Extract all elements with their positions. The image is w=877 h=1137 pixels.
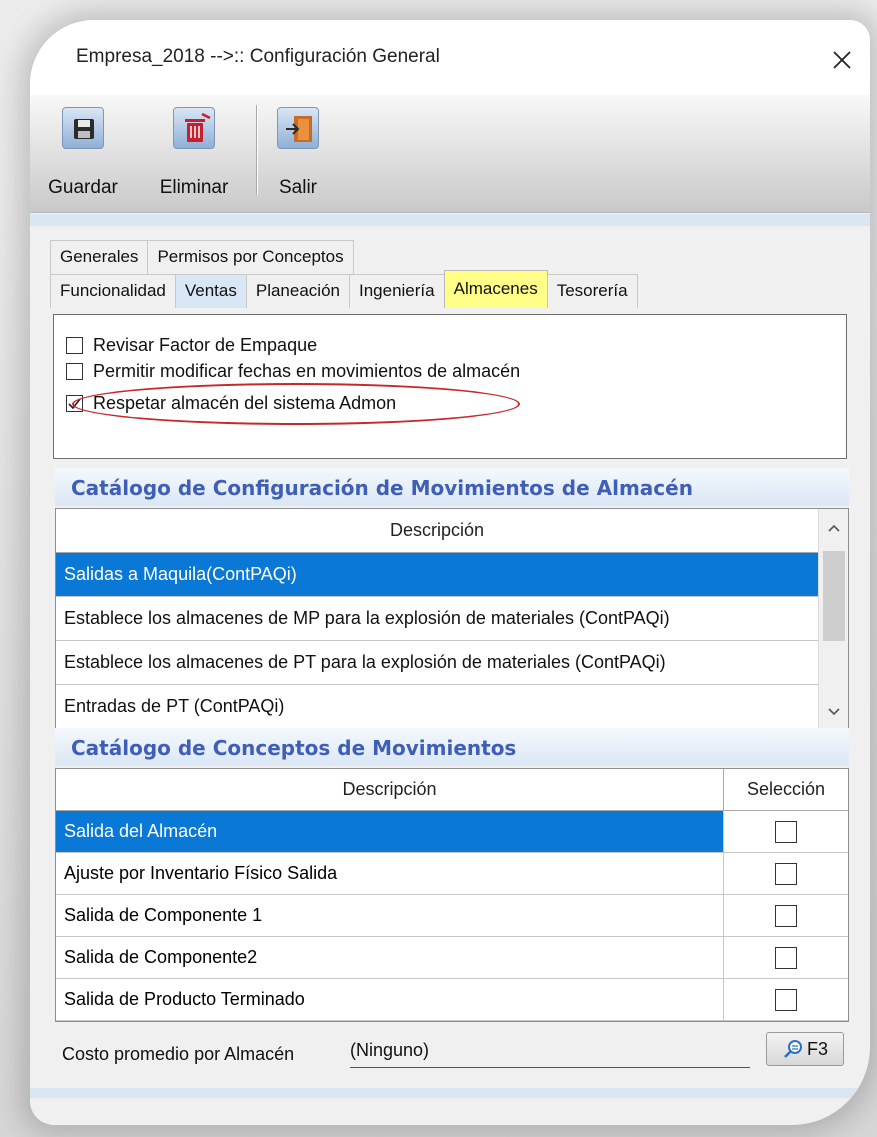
column-header-seleccion[interactable]: Selección: [724, 769, 848, 810]
tab-ventas[interactable]: Ventas: [174, 274, 247, 308]
table-row[interactable]: Salida de Componente 1: [56, 895, 848, 937]
seleccion-checkbox[interactable]: [775, 904, 797, 927]
tab-row-2: Funcionalidad Ventas Planeación Ingenier…: [50, 270, 638, 308]
option-label: Respetar almacén del sistema Admon: [93, 392, 397, 413]
screenshot-frame: Empresa_2018 -->:: Configuración General…: [0, 0, 877, 1137]
table-row[interactable]: Salida de Componente2: [56, 937, 848, 979]
delete-label: Eliminar: [159, 177, 229, 198]
concepto-descripcion[interactable]: Salida de Componente2: [56, 937, 724, 978]
close-icon: [833, 51, 851, 69]
checkmark-icon: [68, 398, 81, 409]
table-row[interactable]: Establece los almacenes de MP para la ex…: [56, 597, 818, 641]
concepto-descripcion[interactable]: Ajuste por Inventario Físico Salida: [56, 853, 724, 894]
table-row[interactable]: Entradas de PT (ContPAQi): [56, 685, 818, 729]
conceptos-grid: Descripción Selección Salida del Almacén…: [55, 768, 849, 1022]
seleccion-checkbox[interactable]: [775, 820, 797, 843]
tab-tesoreria[interactable]: Tesorería: [546, 274, 638, 308]
scroll-down-button[interactable]: [819, 697, 848, 727]
table-row[interactable]: Salida del Almacén: [56, 811, 848, 853]
toolbar-strip: [30, 214, 870, 226]
close-button[interactable]: [820, 40, 864, 80]
tab-generales[interactable]: Generales: [50, 240, 149, 274]
option-revisar-factor[interactable]: Revisar Factor de Empaque: [66, 333, 317, 357]
exit-door-icon: [277, 107, 319, 149]
costo-promedio-field[interactable]: (Ninguno): [350, 1040, 750, 1068]
seleccion-checkbox[interactable]: [775, 988, 797, 1011]
toolbar: Guardar Eliminar Salir: [30, 95, 870, 213]
window-title: Empresa_2018 -->:: Configuración General: [76, 46, 440, 67]
tab-planeacion[interactable]: Planeación: [245, 274, 350, 308]
checkbox-respetar-almacen[interactable]: [66, 394, 83, 412]
movimientos-scrollbar[interactable]: [818, 509, 848, 729]
option-label: Revisar Factor de Empaque: [93, 334, 318, 355]
exit-button[interactable]: Salir: [268, 107, 328, 207]
movimientos-section-title: Catálogo de Configuración de Movimientos…: [55, 468, 849, 506]
exit-label: Salir: [278, 177, 317, 198]
trash-icon: [173, 107, 215, 149]
tab-ingenieria[interactable]: Ingeniería: [348, 274, 445, 308]
options-panel: Revisar Factor de Empaque Permitir modif…: [53, 314, 847, 459]
option-permitir-modificar-fechas[interactable]: Permitir modificar fechas en movimientos…: [66, 359, 520, 383]
option-respetar-almacen[interactable]: Respetar almacén del sistema Admon: [66, 391, 396, 415]
f3-label: F3: [806, 1038, 828, 1059]
search-icon: [784, 1040, 802, 1058]
checkbox-revisar-factor[interactable]: [66, 336, 83, 354]
option-label: Permitir modificar fechas en movimientos…: [93, 360, 521, 381]
seleccion-checkbox[interactable]: [775, 862, 797, 885]
table-row[interactable]: Establece los almacenes de PT para la ex…: [56, 641, 818, 685]
title-bar: Empresa_2018 -->:: Configuración General: [30, 20, 870, 95]
toolbar-separator: [256, 105, 258, 195]
floppy-disk-icon: [62, 107, 104, 149]
costo-promedio-label: Costo promedio por Almacén: [62, 1044, 295, 1064]
concepto-descripcion[interactable]: Salida de Producto Terminado: [56, 979, 724, 1020]
tab-funcionalidad[interactable]: Funcionalidad: [50, 274, 176, 308]
column-header-descripcion[interactable]: Descripción: [56, 509, 818, 553]
save-button[interactable]: Guardar: [44, 107, 122, 207]
delete-button[interactable]: Eliminar: [148, 107, 240, 207]
checkbox-permitir-modificar-fechas[interactable]: [66, 362, 83, 380]
conceptos-header-row: Descripción Selección: [56, 769, 848, 811]
scroll-up-button[interactable]: [819, 513, 848, 543]
status-strip: [30, 1088, 870, 1098]
table-row[interactable]: Salidas a Maquila(ContPAQi): [56, 553, 818, 597]
chevron-down-icon: [828, 708, 840, 716]
tab-permisos-por-conceptos[interactable]: Permisos por Conceptos: [147, 240, 354, 274]
f3-lookup-button[interactable]: F3: [766, 1032, 844, 1066]
seleccion-checkbox[interactable]: [775, 946, 797, 969]
chevron-up-icon: [828, 524, 840, 532]
concepto-descripcion[interactable]: Salida del Almacén: [56, 811, 724, 852]
tab-row-1: Generales Permisos por Conceptos: [50, 240, 354, 274]
column-header-descripcion[interactable]: Descripción: [56, 769, 724, 810]
scroll-thumb[interactable]: [823, 551, 845, 641]
concepto-descripcion[interactable]: Salida de Componente 1: [56, 895, 724, 936]
config-window: Empresa_2018 -->:: Configuración General…: [30, 20, 870, 1125]
movimientos-grid: Descripción Salidas a Maquila(ContPAQi) …: [55, 508, 849, 730]
table-row[interactable]: Salida de Producto Terminado: [56, 979, 848, 1021]
tab-almacenes[interactable]: Almacenes: [443, 270, 548, 308]
conceptos-section-title: Catálogo de Conceptos de Movimientos: [55, 728, 849, 766]
save-label: Guardar: [48, 177, 118, 198]
table-row[interactable]: Ajuste por Inventario Físico Salida: [56, 853, 848, 895]
